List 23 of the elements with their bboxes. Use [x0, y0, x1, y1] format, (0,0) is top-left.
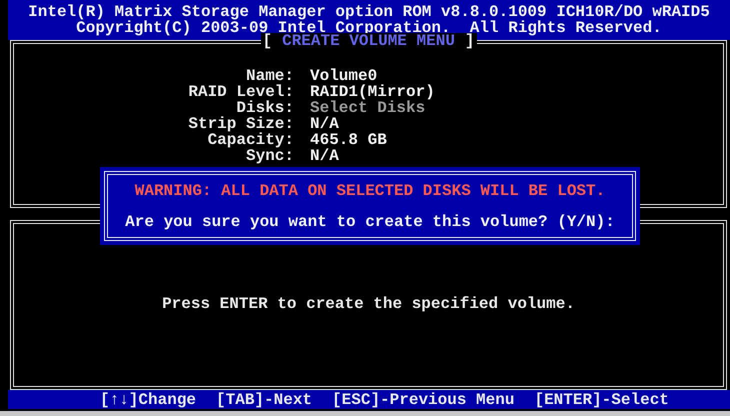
title-bracket: [	[262, 33, 272, 49]
menu-title: CREATE VOLUME MENU	[282, 33, 455, 49]
help-text: Press ENTER to create the specified volume.	[162, 296, 575, 312]
field-value[interactable]: N/A	[310, 148, 435, 164]
key-hint: [ESC]-Previous Menu	[332, 392, 514, 408]
field-label: Disks:	[236, 100, 294, 116]
title-bracket: ]	[464, 33, 475, 49]
key-hint: [ENTER]-Select	[534, 392, 669, 408]
key-hint: [TAB]-Next	[216, 392, 312, 408]
field-label: Name:	[246, 68, 294, 84]
field-value[interactable]: N/A	[310, 116, 435, 132]
field-label: Strip Size:	[187, 116, 294, 132]
warning-text: WARNING: ALL DATA ON SELECTED DISKS WILL BE LOST.	[134, 182, 606, 198]
field-value[interactable]: RAID1(Mirror)	[310, 84, 435, 100]
confirm-question: Are you sure you want to create this volume? (Y/N):	[125, 214, 615, 230]
field-value[interactable]: Volume0	[310, 68, 435, 84]
field-label: RAID Level:	[187, 84, 294, 100]
header-text: Intel(R) Matrix Storage Manager option ROM v8.8.0.1009 ICH10R/DO wRAID5	[28, 4, 710, 20]
field-label: Capacity:	[208, 132, 294, 148]
field-label: Sync:	[246, 148, 294, 164]
field-value[interactable]: Select Disks	[310, 100, 435, 116]
field-value[interactable]: 465.8 GB	[310, 132, 435, 148]
key-hint: [↑↓]Change	[100, 392, 196, 408]
